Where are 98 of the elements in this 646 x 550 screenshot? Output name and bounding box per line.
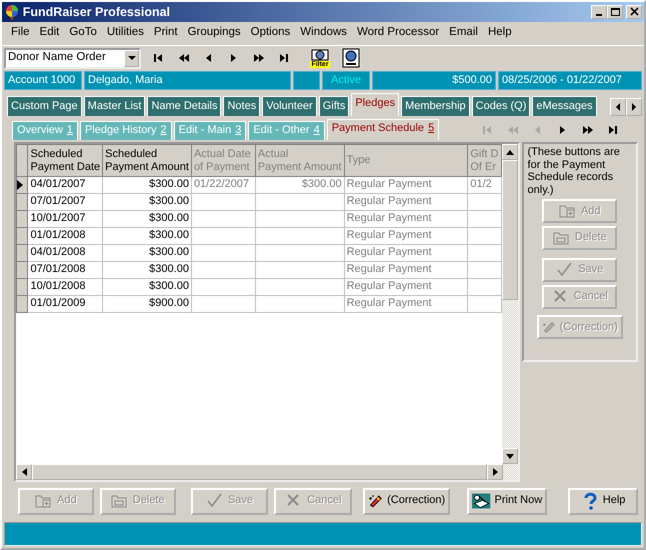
column-header: Scheduled Payment Amount xyxy=(102,144,192,176)
menu-item[interactable]: Groupings xyxy=(182,24,246,42)
table-cell: 04/01/2008 xyxy=(28,244,103,262)
last-record-icon xyxy=(278,53,290,63)
tab[interactable]: Gifts xyxy=(318,96,350,116)
tab[interactable]: eMessages xyxy=(532,96,597,116)
table-cell: Regular Payment xyxy=(344,296,468,312)
table-cell: Regular Payment xyxy=(344,194,468,210)
window-title: FundRaiser Professional xyxy=(22,4,170,20)
check-icon xyxy=(206,492,224,510)
column-header: Gift D Of Er xyxy=(468,144,502,176)
caret-icon xyxy=(128,56,136,60)
tab[interactable]: Codes (Q) xyxy=(472,96,530,116)
correction-button[interactable]: (Correction) xyxy=(363,488,450,514)
menu-item[interactable]: Email xyxy=(444,24,483,42)
table-cell: 01/01/2008 xyxy=(28,228,103,244)
menu-item[interactable]: Utilities xyxy=(102,24,149,42)
table-cell: 01/22/2007 xyxy=(191,176,256,194)
column-header: Actual Payment Amount xyxy=(255,144,344,176)
minimize-button[interactable] xyxy=(591,5,608,19)
scroll-down-icon xyxy=(506,454,514,458)
first-record-icon xyxy=(482,125,494,135)
table-cell: $300.00 xyxy=(102,176,192,194)
scroll-right-button[interactable] xyxy=(626,98,642,116)
tab[interactable]: Name Details xyxy=(147,96,222,116)
tab[interactable]: Pledges xyxy=(351,93,400,116)
current-row-icon xyxy=(18,180,23,190)
sort-order-dropdown[interactable]: Donor Name Order xyxy=(4,48,141,68)
menu-item[interactable]: GoTo xyxy=(64,24,102,42)
tab[interactable]: Notes xyxy=(223,96,260,116)
table-cell: Regular Payment xyxy=(344,210,468,228)
check-icon xyxy=(556,260,574,279)
table-cell: $300.00 xyxy=(102,210,192,228)
menu-item[interactable]: Print xyxy=(148,24,183,42)
maximize-icon xyxy=(610,7,621,17)
pledge-amount: $500.00 xyxy=(372,71,496,90)
last-record-icon xyxy=(607,125,619,135)
tab[interactable]: Master List xyxy=(84,96,146,116)
column-header: Actual Date of Payment xyxy=(191,144,256,176)
donor-name: Delgado, Maria xyxy=(84,71,291,90)
rewind-icon xyxy=(178,53,190,63)
table-cell: $300.00 xyxy=(102,262,192,278)
column-header: Scheduled Payment Date xyxy=(28,144,103,176)
scroll-left-button[interactable] xyxy=(610,98,626,116)
table-cell: Regular Payment xyxy=(344,228,468,244)
help-button[interactable]: Help xyxy=(568,488,638,514)
scroll-up-icon xyxy=(506,150,514,154)
left-arrow-icon xyxy=(616,103,620,111)
table-cell: 07/01/2007 xyxy=(28,194,103,210)
status-text: Active xyxy=(322,71,370,90)
table-cell: Regular Payment xyxy=(344,176,468,194)
horizontal-scrollbar[interactable] xyxy=(16,464,518,480)
table-cell: $300.00 xyxy=(102,194,192,210)
fast-forward-icon xyxy=(253,53,265,63)
table-cell: $300.00 xyxy=(102,228,192,244)
menu-item[interactable]: Word Processor xyxy=(352,24,444,42)
account-number: Account 1000 xyxy=(4,71,82,90)
close-icon xyxy=(628,7,640,17)
table-cell: 01/01/2009 xyxy=(28,296,103,312)
scroll-left-icon xyxy=(22,468,26,476)
table-cell: 04/01/2007 xyxy=(28,176,103,194)
table-cell: Regular Payment xyxy=(344,244,468,262)
table-cell: 10/01/2008 xyxy=(28,278,103,296)
tab[interactable]: Custom Page xyxy=(7,96,82,116)
menu-item[interactable]: Edit xyxy=(34,24,64,42)
table-cell: Regular Payment xyxy=(344,278,468,296)
subtab[interactable]: Payment Schedule 5 xyxy=(326,119,440,140)
info-field xyxy=(293,71,320,90)
minimize-icon xyxy=(596,14,602,16)
menu-item[interactable]: Options xyxy=(246,24,296,42)
close-button[interactable] xyxy=(626,5,642,19)
column-header: Type xyxy=(344,144,468,176)
menu-item[interactable]: Windows xyxy=(295,24,352,42)
table-cell: $300.00 xyxy=(102,244,192,262)
vertical-scrollbar[interactable] xyxy=(502,144,518,464)
table-cell: 07/01/2008 xyxy=(28,262,103,278)
table-cell: $900.00 xyxy=(102,296,192,312)
scroll-right-icon xyxy=(492,468,498,476)
app-logo-icon xyxy=(4,4,20,20)
table-cell: 01/2 xyxy=(468,176,502,194)
date-range: 08/25/2006 - 01/22/2007 xyxy=(498,71,642,90)
maximize-button[interactable] xyxy=(607,5,624,19)
print-button[interactable]: Print Now xyxy=(467,488,548,514)
rewind-icon xyxy=(507,125,519,135)
fast-forward-icon xyxy=(582,125,594,135)
right-arrow-icon xyxy=(632,103,636,111)
table-cell: $300.00 xyxy=(255,176,344,194)
first-record-icon xyxy=(153,53,165,63)
menu-item[interactable]: File xyxy=(6,24,35,42)
printer-icon xyxy=(472,492,490,510)
table-cell: 10/01/2007 xyxy=(28,210,103,228)
table-cell: $300.00 xyxy=(102,278,192,296)
note-text: (These buttons are for the Payment Schedule records only.) xyxy=(528,146,621,197)
filter-icon xyxy=(311,48,329,60)
tab[interactable]: Membership xyxy=(401,96,470,116)
tab[interactable]: Volunteer xyxy=(262,96,317,116)
table-cell: Regular Payment xyxy=(344,262,468,278)
menu-item[interactable]: Help xyxy=(482,24,517,42)
